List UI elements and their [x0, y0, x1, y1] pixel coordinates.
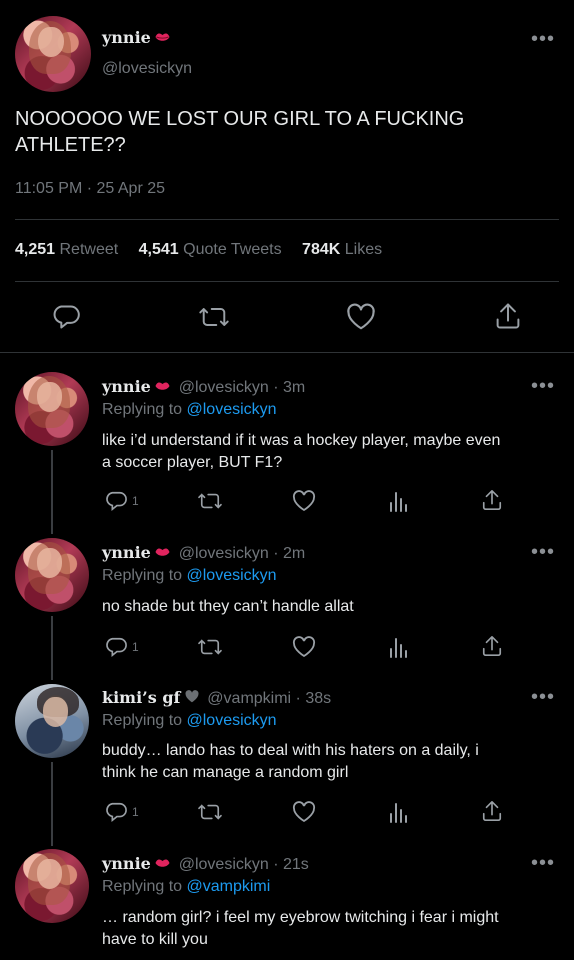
divider: [15, 281, 559, 282]
mention-link[interactable]: @lovesickyn: [187, 567, 277, 584]
tweet-text: no shade but they can’t handle allat: [102, 598, 354, 615]
display-name[interactable]: ynnie: [102, 854, 151, 873]
mention-link[interactable]: @lovesickyn: [187, 712, 277, 729]
replying-to: Replying to @lovesickyn: [102, 712, 277, 729]
avatar[interactable]: [15, 849, 89, 923]
display-name[interactable]: ynnie: [102, 377, 151, 396]
analytics-icon[interactable]: [388, 635, 410, 659]
avatar[interactable]: [15, 372, 89, 446]
avatar[interactable]: [15, 16, 91, 92]
lips-icon: [155, 856, 170, 874]
retweet-icon[interactable]: [198, 303, 230, 331]
replying-to: Replying to @lovesickyn: [102, 567, 277, 584]
black-heart-icon: [185, 689, 199, 708]
tweet-text: … random girl? i feel my eyebrow twitchi…: [102, 909, 499, 948]
heart-icon[interactable]: [292, 490, 316, 512]
more-icon[interactable]: •••: [531, 541, 555, 564]
divider: [15, 219, 559, 220]
heart-icon[interactable]: [292, 801, 316, 823]
lips-icon: [155, 379, 170, 397]
retweet-icon[interactable]: [197, 801, 223, 823]
thread-line: [51, 450, 53, 534]
thread-line: [51, 762, 53, 846]
handle-time[interactable]: @lovesickyn · 21s: [179, 856, 309, 873]
tweet-text: buddy… lando has to deal with his haters…: [102, 742, 479, 781]
reply-icon[interactable]: [105, 636, 127, 658]
analytics-icon[interactable]: [388, 489, 410, 513]
avatar[interactable]: [15, 684, 89, 758]
share-icon[interactable]: [481, 634, 503, 658]
timestamp[interactable]: 11:05 PM · 25 Apr 25: [15, 180, 165, 198]
reply-count: 1: [132, 805, 139, 819]
more-icon[interactable]: •••: [531, 686, 555, 709]
analytics-icon[interactable]: [388, 800, 410, 824]
heart-icon[interactable]: [292, 636, 316, 658]
tweet-text: like i’d understand if it was a hockey p…: [102, 432, 501, 471]
mention-link[interactable]: @vampkimi: [187, 878, 271, 895]
handle[interactable]: @lovesickyn: [102, 60, 192, 78]
author-name-row[interactable]: ynnie: [102, 28, 170, 48]
reply-count: 1: [132, 640, 139, 654]
handle-time[interactable]: @lovesickyn · 3m: [179, 379, 306, 396]
reply-icon[interactable]: [52, 303, 80, 331]
replying-to: Replying to @vampkimi: [102, 878, 271, 895]
reply-count: 1: [132, 494, 139, 508]
lips-icon: [155, 545, 170, 563]
lips-icon: [155, 30, 170, 48]
share-icon[interactable]: [481, 799, 503, 823]
thread-line: [51, 616, 53, 680]
more-icon[interactable]: •••: [531, 852, 555, 875]
share-icon[interactable]: [494, 301, 522, 331]
avatar[interactable]: [15, 538, 89, 612]
replying-to: Replying to @lovesickyn: [102, 401, 277, 418]
divider: [0, 352, 574, 353]
engagement-stats: 4,251 Retweet 4,541 Quote Tweets 784K Li…: [15, 241, 382, 259]
display-name[interactable]: kimi’s gf: [102, 688, 180, 707]
display-name[interactable]: ynnie: [102, 543, 151, 562]
handle-time[interactable]: @vampkimi · 38s: [207, 690, 331, 707]
quote-stat[interactable]: 4,541 Quote Tweets: [139, 241, 282, 258]
retweet-icon[interactable]: [197, 490, 223, 512]
mention-link[interactable]: @lovesickyn: [187, 401, 277, 418]
reply-icon[interactable]: [105, 490, 127, 512]
likes-stat[interactable]: 784K Likes: [302, 241, 382, 258]
heart-icon[interactable]: [346, 303, 376, 331]
display-name[interactable]: ynnie: [102, 28, 151, 47]
share-icon[interactable]: [481, 488, 503, 512]
retweet-stat[interactable]: 4,251 Retweet: [15, 241, 118, 258]
handle-time[interactable]: @lovesickyn · 2m: [179, 545, 306, 562]
more-icon[interactable]: •••: [531, 28, 555, 51]
tweet-text: NOOOOOO WE LOST OUR GIRL TO A FUCKING AT…: [15, 108, 465, 156]
reply-icon[interactable]: [105, 801, 127, 823]
retweet-icon[interactable]: [197, 636, 223, 658]
more-icon[interactable]: •••: [531, 375, 555, 398]
